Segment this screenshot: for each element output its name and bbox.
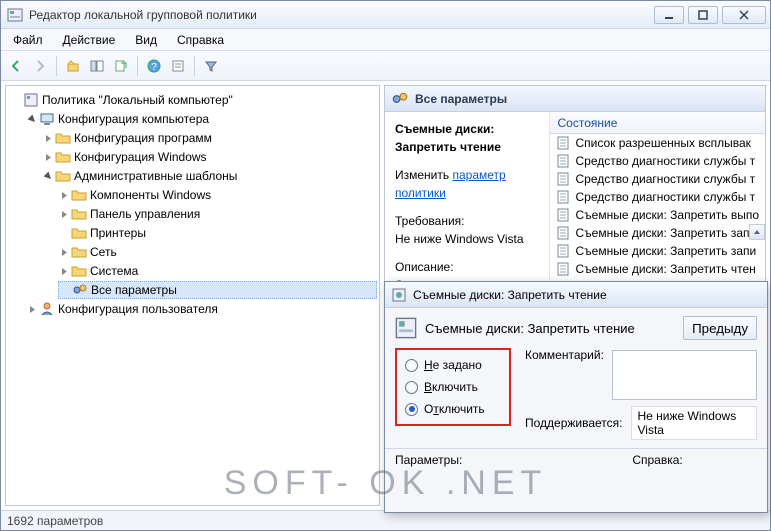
tree-user-config[interactable]: Конфигурация пользователя [26,300,377,318]
tree-system[interactable]: Система [58,262,377,280]
help-label: Справка: [632,453,682,467]
policy-item-icon [556,225,572,241]
tree-printers[interactable]: Принтеры [58,224,377,242]
list-item[interactable]: Съемные диски: Запретить запи [550,224,766,242]
tree-admin-templates[interactable]: Административные шаблоны [42,167,377,185]
dialog-heading: Съемные диски: Запретить чтение [425,321,635,336]
status-bar: 1692 параметров [1,510,770,530]
policy-item-icon [556,135,572,151]
export-button[interactable] [110,55,132,77]
list-item[interactable]: Список разрешенных всплывак [550,134,766,152]
dialog-titlebar: Съемные диски: Запретить чтение [385,282,767,308]
tree-all-params[interactable]: Все параметры [58,281,377,299]
supported-value: Не ниже Windows Vista [631,406,758,440]
folder-icon [55,149,71,165]
tree-root[interactable]: Политика "Локальный компьютер" [10,91,377,109]
menu-view[interactable]: Вид [125,29,167,50]
toolbar: ? [1,51,770,81]
list-item[interactable]: Съемные диски: Запретить запи [550,242,766,260]
menubar: Файл Действие Вид Справка [1,29,770,51]
folder-icon [55,130,71,146]
maximize-button[interactable] [688,6,718,24]
tree-pane[interactable]: Политика "Локальный компьютер" Конфигура… [5,85,380,506]
menu-file[interactable]: Файл [3,29,53,50]
tree-network[interactable]: Сеть [58,243,377,261]
folder-icon [55,168,71,184]
user-icon [39,301,55,317]
settings-icon [72,282,88,298]
tree-win-components[interactable]: Компоненты Windows [58,186,377,204]
properties-button[interactable] [167,55,189,77]
list-item[interactable]: Средство диагностики службы т [550,170,766,188]
policy-setting-icon [391,287,407,303]
radio-disabled[interactable]: Отключить [405,402,501,416]
tree-root-label: Политика "Локальный компьютер" [42,93,233,107]
back-button[interactable] [5,55,27,77]
policy-setting-icon [395,317,417,339]
menu-action[interactable]: Действие [53,29,126,50]
list-item[interactable]: Съемные диски: Запретить выпо [550,206,766,224]
app-icon [7,7,23,23]
menu-help[interactable]: Справка [167,29,234,50]
status-text: 1692 параметров [7,514,103,528]
radio-not-configured[interactable]: Не задано [405,358,501,372]
computer-icon [39,111,55,127]
filter-button[interactable] [200,55,222,77]
scroll-up-button[interactable] [749,224,765,240]
list-item[interactable]: Съемные диски: Запретить чтен [550,260,766,278]
tree-control-panel[interactable]: Панель управления [58,205,377,223]
up-button[interactable] [62,55,84,77]
previous-button[interactable]: Предыду [683,316,757,340]
minimize-button[interactable] [654,6,684,24]
help-button[interactable]: ? [143,55,165,77]
column-state[interactable]: Состояние [550,112,766,134]
forward-button[interactable] [29,55,51,77]
comment-input[interactable] [612,350,757,400]
folder-icon [71,206,87,222]
show-hide-tree-button[interactable] [86,55,108,77]
policy-item-icon [556,243,572,259]
window-title: Редактор локальной групповой политики [29,8,654,22]
state-radio-group: Не задано Включить Отключить [395,348,511,426]
titlebar: Редактор локальной групповой политики [1,1,770,29]
tree-software-config[interactable]: Конфигурация программ [42,129,377,147]
radio-enabled[interactable]: Включить [405,380,501,394]
close-button[interactable] [722,6,766,24]
policy-item-icon [556,261,572,277]
policy-item-icon [556,153,572,169]
supported-label: Поддерживается: [525,416,623,430]
folder-icon [71,263,87,279]
folder-icon [71,187,87,203]
comment-label: Комментарий: [525,348,604,400]
detail-header: Все параметры [385,86,765,112]
setting-title: Съемные диски: Запретить чтение [395,122,501,154]
folder-icon [71,225,87,241]
params-label: Параметры: [395,453,462,467]
tree-computer-config[interactable]: Конфигурация компьютера [26,110,377,128]
tree-windows-config[interactable]: Конфигурация Windows [42,148,377,166]
policy-item-icon [556,189,572,205]
list-item[interactable]: Средство диагностики службы т [550,152,766,170]
policy-item-icon [556,207,572,223]
policy-item-icon [556,171,572,187]
settings-icon [391,90,409,108]
list-item[interactable]: Средство диагностики службы т [550,188,766,206]
svg-text:?: ? [151,62,157,73]
policy-dialog: Съемные диски: Запретить чтение Съемные … [384,281,768,513]
policy-icon [23,92,39,108]
folder-icon [71,244,87,260]
